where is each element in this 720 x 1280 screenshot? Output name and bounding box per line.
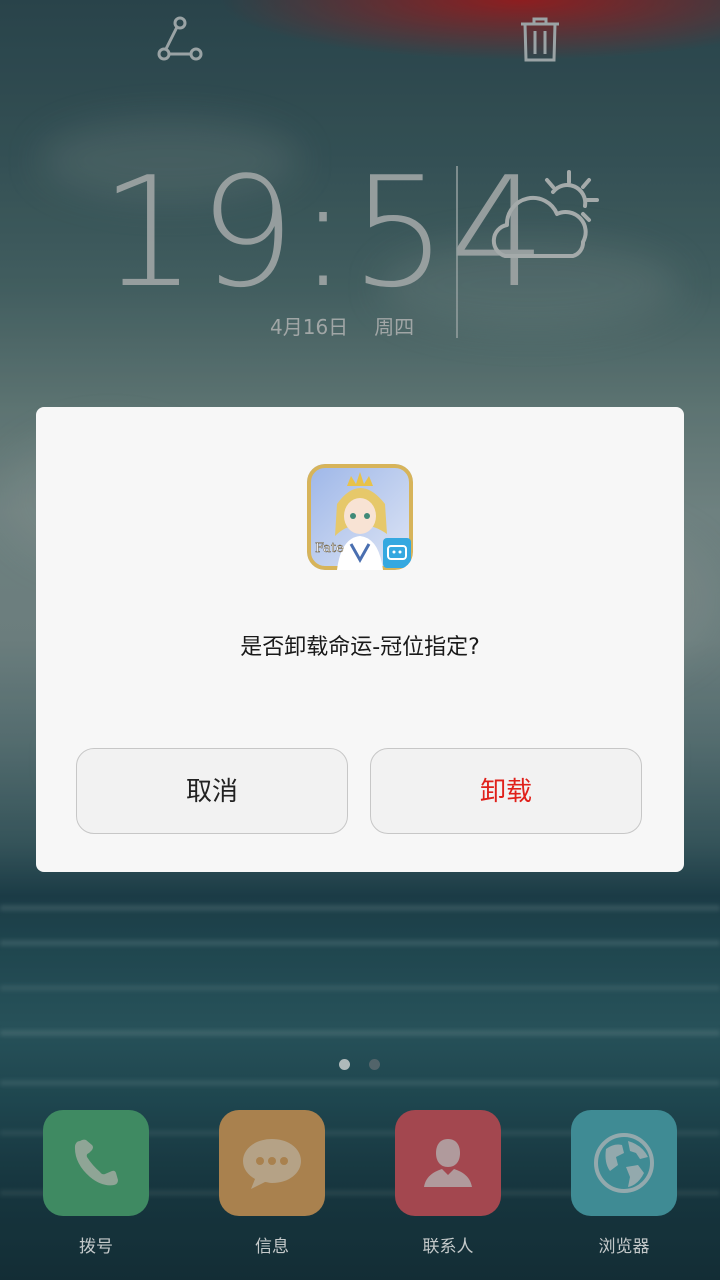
clock-date-row: 4月16日 周四 bbox=[270, 310, 450, 340]
dialog-message: 是否卸载命运-冠位指定? bbox=[240, 635, 480, 660]
page-indicator-dot bbox=[369, 1059, 380, 1070]
share-icon[interactable] bbox=[155, 14, 205, 64]
trash-icon[interactable] bbox=[515, 14, 565, 64]
uninstall-button[interactable]: 卸载 bbox=[370, 748, 642, 834]
dock-label: 联系人 bbox=[422, 1237, 474, 1257]
dock-label: 信息 bbox=[255, 1237, 289, 1257]
clock-date: 4月16日 bbox=[270, 314, 349, 339]
dock-app-messages[interactable]: 信息 bbox=[219, 1110, 325, 1257]
svg-text:Fate: Fate bbox=[315, 541, 344, 556]
partly-cloudy-icon[interactable] bbox=[485, 170, 609, 265]
fate-grand-order-app-icon: Fate bbox=[307, 464, 413, 570]
home-screen: 19:54 4月16日 周四 Fate 是否卸载命运-冠位指定? 取消 卸载 拨… bbox=[0, 0, 720, 1280]
dock-app-browser[interactable]: 浏览器 bbox=[571, 1110, 677, 1257]
dock-label: 拨号 bbox=[79, 1237, 113, 1257]
clock-weekday: 周四 bbox=[374, 314, 415, 339]
person-icon[interactable] bbox=[395, 1110, 501, 1216]
dock-app-phone[interactable]: 拨号 bbox=[43, 1110, 149, 1257]
message-bubble-icon[interactable] bbox=[219, 1110, 325, 1216]
dock-app-contacts[interactable]: 联系人 bbox=[395, 1110, 501, 1257]
globe-icon[interactable] bbox=[571, 1110, 677, 1216]
page-indicator-dot-active bbox=[339, 1059, 350, 1070]
dock-label: 浏览器 bbox=[598, 1237, 650, 1257]
clock-divider bbox=[456, 166, 458, 338]
clock-time[interactable]: 19:54 bbox=[100, 157, 546, 309]
uninstall-dialog: Fate 是否卸载命运-冠位指定? 取消 卸载 bbox=[36, 407, 684, 872]
cancel-button[interactable]: 取消 bbox=[76, 748, 348, 834]
phone-icon[interactable] bbox=[43, 1110, 149, 1216]
